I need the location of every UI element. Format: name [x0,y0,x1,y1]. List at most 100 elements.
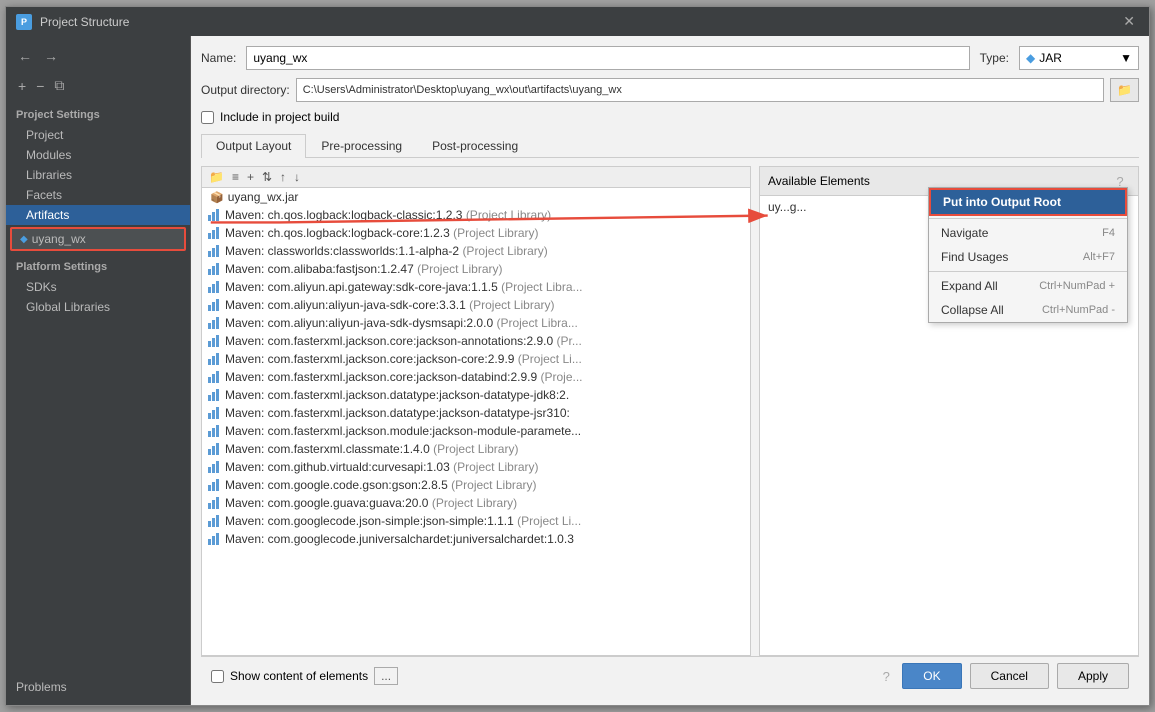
type-select[interactable]: ◆ JAR ▼ [1019,46,1139,70]
list-item[interactable]: Maven: com.aliyun:aliyun-java-sdk-core:3… [202,296,750,314]
browse-dir-button[interactable]: 📁 [1110,78,1139,102]
sidebar-item-project[interactable]: Project [6,125,190,145]
list-item[interactable]: Maven: com.github.virtuald:curvesapi:1.0… [202,458,750,476]
sidebar: ← → + − ⧉ Project Settings Project Modul… [6,36,191,705]
left-toolbar-sort-btn[interactable]: ⇅ [259,169,275,185]
type-dropdown-arrow: ▼ [1120,51,1132,65]
jar-item[interactable]: 📦 uyang_wx.jar [202,188,750,206]
maven-bars-icon [208,281,219,293]
list-item[interactable]: Maven: com.aliyun.api.gateway:sdk-core-j… [202,278,750,296]
include-project-build-checkbox[interactable] [201,111,214,124]
context-menu-item-expand-all[interactable]: Expand All Ctrl+NumPad + [929,274,1127,298]
copy-artifact-button[interactable]: ⧉ [50,76,68,95]
sidebar-item-artifacts[interactable]: Artifacts [6,205,190,225]
show-content-checkbox[interactable] [211,670,224,683]
output-dir-label: Output directory: [201,83,290,97]
list-item[interactable]: Maven: com.fasterxml.jackson.datatype:ja… [202,404,750,422]
left-panel: 📁 ≡ + ⇅ ↑ ↓ 📦 uyang_wx.jar [201,166,751,656]
list-item[interactable]: Maven: com.aliyun:aliyun-java-sdk-dysmsa… [202,314,750,332]
nav-back-button[interactable]: ← [14,46,36,66]
maven-bars-icon [208,245,219,257]
close-button[interactable]: ✕ [1119,13,1139,30]
sidebar-item-libraries[interactable]: Libraries [6,165,190,185]
context-menu-item-put-into-output-root[interactable]: Put into Output Root [929,188,1127,216]
title-bar: P Project Structure ✕ [6,7,1149,36]
cancel-button[interactable]: Cancel [970,663,1049,689]
list-item[interactable]: Maven: com.googlecode.juniversalchardet:… [202,530,750,548]
maven-bars-icon [208,389,219,401]
content-area: 📁 ≡ + ⇅ ↑ ↓ 📦 uyang_wx.jar [201,166,1139,656]
left-toolbar-add-btn[interactable]: + [244,169,257,185]
apply-button[interactable]: Apply [1057,663,1129,689]
maven-bars-icon [208,497,219,509]
list-item[interactable]: Maven: classworlds:classworlds:1.1-alpha… [202,242,750,260]
list-item[interactable]: Maven: com.fasterxml.jackson.core:jackso… [202,332,750,350]
project-settings-label: Project Settings [6,101,190,125]
maven-bars-icon [208,443,219,455]
left-toolbar-up-btn[interactable]: ↑ [277,169,289,185]
name-input[interactable] [246,46,969,70]
folder-icon: 📁 [1117,83,1132,97]
maven-bars-icon [208,227,219,239]
list-item[interactable]: Maven: com.google.guava:guava:20.0 (Proj… [202,494,750,512]
app-icon: P [16,14,32,30]
list-item[interactable]: Maven: com.alibaba:fastjson:1.2.47 (Proj… [202,260,750,278]
context-menu-separator-2 [929,271,1127,272]
list-item[interactable]: Maven: ch.qos.logback:logback-classic:1.… [202,206,750,224]
list-item[interactable]: Maven: com.fasterxml.jackson.core:jackso… [202,350,750,368]
add-artifact-button[interactable]: + [14,77,30,95]
context-menu-item-navigate[interactable]: Navigate F4 [929,221,1127,245]
platform-settings-label: Platform Settings [6,253,190,277]
maven-bars-icon [208,353,219,365]
sidebar-item-facets[interactable]: Facets [6,185,190,205]
list-item[interactable]: Maven: com.fasterxml.jackson.datatype:ja… [202,386,750,404]
maven-bars-icon [208,299,219,311]
tab-output-layout[interactable]: Output Layout [201,134,306,158]
tab-bar: Output Layout Pre-processing Post-proces… [201,134,1139,158]
list-item[interactable]: Maven: com.fasterxml.classmate:1.4.0 (Pr… [202,440,750,458]
context-menu-item-find-usages[interactable]: Find Usages Alt+F7 [929,245,1127,269]
artifact-item-label: uyang_wx [32,232,86,246]
bottom-bar: Show content of elements ... ? OK Cancel… [201,656,1139,695]
artifact-toolbar: + − ⧉ [6,74,190,97]
list-item[interactable]: Maven: com.fasterxml.jackson.core:jackso… [202,368,750,386]
sidebar-item-global-libraries[interactable]: Global Libraries [6,297,190,317]
maven-bars-icon [208,371,219,383]
include-label: Include in project build [220,110,339,124]
sidebar-item-problems[interactable]: Problems [6,677,190,697]
maven-bars-icon [208,209,219,221]
list-item[interactable]: Maven: com.googlecode.json-simple:json-s… [202,512,750,530]
remove-artifact-button[interactable]: − [32,77,48,95]
dialog-action-area: ? OK Cancel Apply [876,663,1129,689]
left-toolbar-folder-icon[interactable]: 📁 [206,169,227,185]
name-label: Name: [201,51,236,65]
output-dir-input[interactable] [296,78,1104,102]
list-item[interactable]: Maven: com.fasterxml.jackson.module:jack… [202,422,750,440]
maven-bars-icon [208,533,219,545]
maven-bars-icon [208,479,219,491]
left-toolbar-down-btn[interactable]: ↓ [291,169,303,185]
artifact-diamond-icon: ◆ [20,234,28,245]
more-options-button[interactable]: ... [374,667,398,685]
maven-bars-icon [208,407,219,419]
dialog-buttons: OK Cancel Apply [902,663,1129,689]
ok-button[interactable]: OK [902,663,961,689]
list-item[interactable]: Maven: com.google.code.gson:gson:2.8.5 (… [202,476,750,494]
context-menu-item-collapse-all[interactable]: Collapse All Ctrl+NumPad - [929,298,1127,322]
title-bar-left: P Project Structure [16,14,129,30]
maven-bars-icon [208,317,219,329]
maven-bars-icon [208,263,219,275]
type-diamond-icon: ◆ [1026,51,1035,65]
list-item[interactable]: Maven: ch.qos.logback:logback-core:1.2.3… [202,224,750,242]
nav-forward-button[interactable]: → [40,46,62,66]
left-panel-toolbar: 📁 ≡ + ⇅ ↑ ↓ [202,167,750,188]
help-button[interactable]: ? [876,666,896,686]
left-toolbar-list-icon[interactable]: ≡ [229,169,242,185]
tab-post-processing[interactable]: Post-processing [417,134,533,157]
tab-pre-processing[interactable]: Pre-processing [306,134,417,157]
include-checkbox-row: Include in project build [201,110,1139,124]
sidebar-item-modules[interactable]: Modules [6,145,190,165]
output-dir-row: Output directory: 📁 [201,78,1139,102]
artifact-item-uyang-wx[interactable]: ◆ uyang_wx [10,227,186,251]
sidebar-item-sdks[interactable]: SDKs [6,277,190,297]
